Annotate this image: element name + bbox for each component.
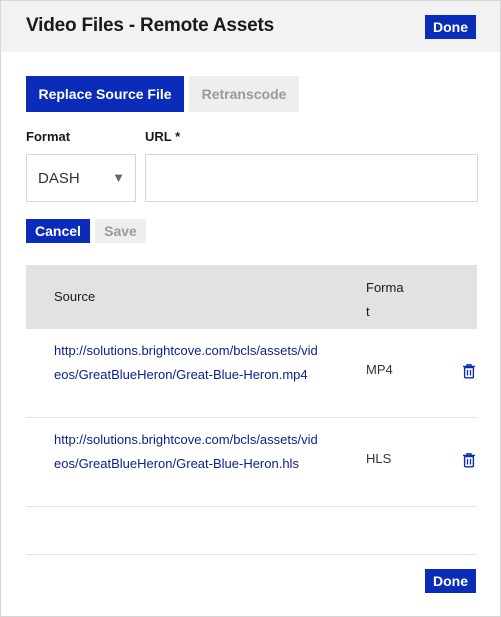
format-label: Format — [26, 129, 71, 144]
done-button-top[interactable]: Done — [425, 15, 476, 39]
table-row: http://solutions.brightcove.com/bcls/ass… — [26, 418, 477, 507]
dialog-title: Video Files - Remote Assets — [26, 15, 275, 36]
cancel-button[interactable]: Cancel — [26, 219, 90, 243]
source-url-link[interactable]: http://solutions.brightcove.com/bcls/ass… — [54, 339, 322, 387]
format-cell: HLS — [366, 451, 392, 466]
column-header-source: Source — [54, 289, 96, 304]
remote-assets-dialog: Video Files - Remote Assets Done Replace… — [0, 0, 501, 617]
retranscode-button[interactable]: Retranscode — [189, 76, 299, 112]
column-header-format: Format — [366, 280, 404, 319]
chevron-down-icon: ▼ — [112, 170, 125, 185]
format-selected-value: DASH — [38, 169, 80, 187]
trash-icon[interactable] — [462, 363, 476, 379]
dialog-header: Video Files - Remote Assets Done — [1, 1, 500, 52]
url-label: URL * — [145, 129, 181, 144]
table-row: http://solutions.brightcove.com/bcls/ass… — [26, 329, 477, 418]
footer-divider — [26, 554, 477, 555]
save-button[interactable]: Save — [95, 219, 146, 243]
replace-source-file-button[interactable]: Replace Source File — [26, 76, 184, 112]
format-cell: MP4 — [366, 362, 393, 377]
table-header: Source Format — [26, 265, 477, 329]
remote-assets-table: Source Format http://solutions.brightcov… — [26, 265, 477, 507]
source-url-link[interactable]: http://solutions.brightcove.com/bcls/ass… — [54, 428, 322, 476]
format-select[interactable]: DASH ▼ — [26, 154, 136, 202]
done-button-bottom[interactable]: Done — [425, 569, 476, 593]
trash-icon[interactable] — [462, 452, 476, 468]
url-input[interactable] — [145, 154, 478, 202]
